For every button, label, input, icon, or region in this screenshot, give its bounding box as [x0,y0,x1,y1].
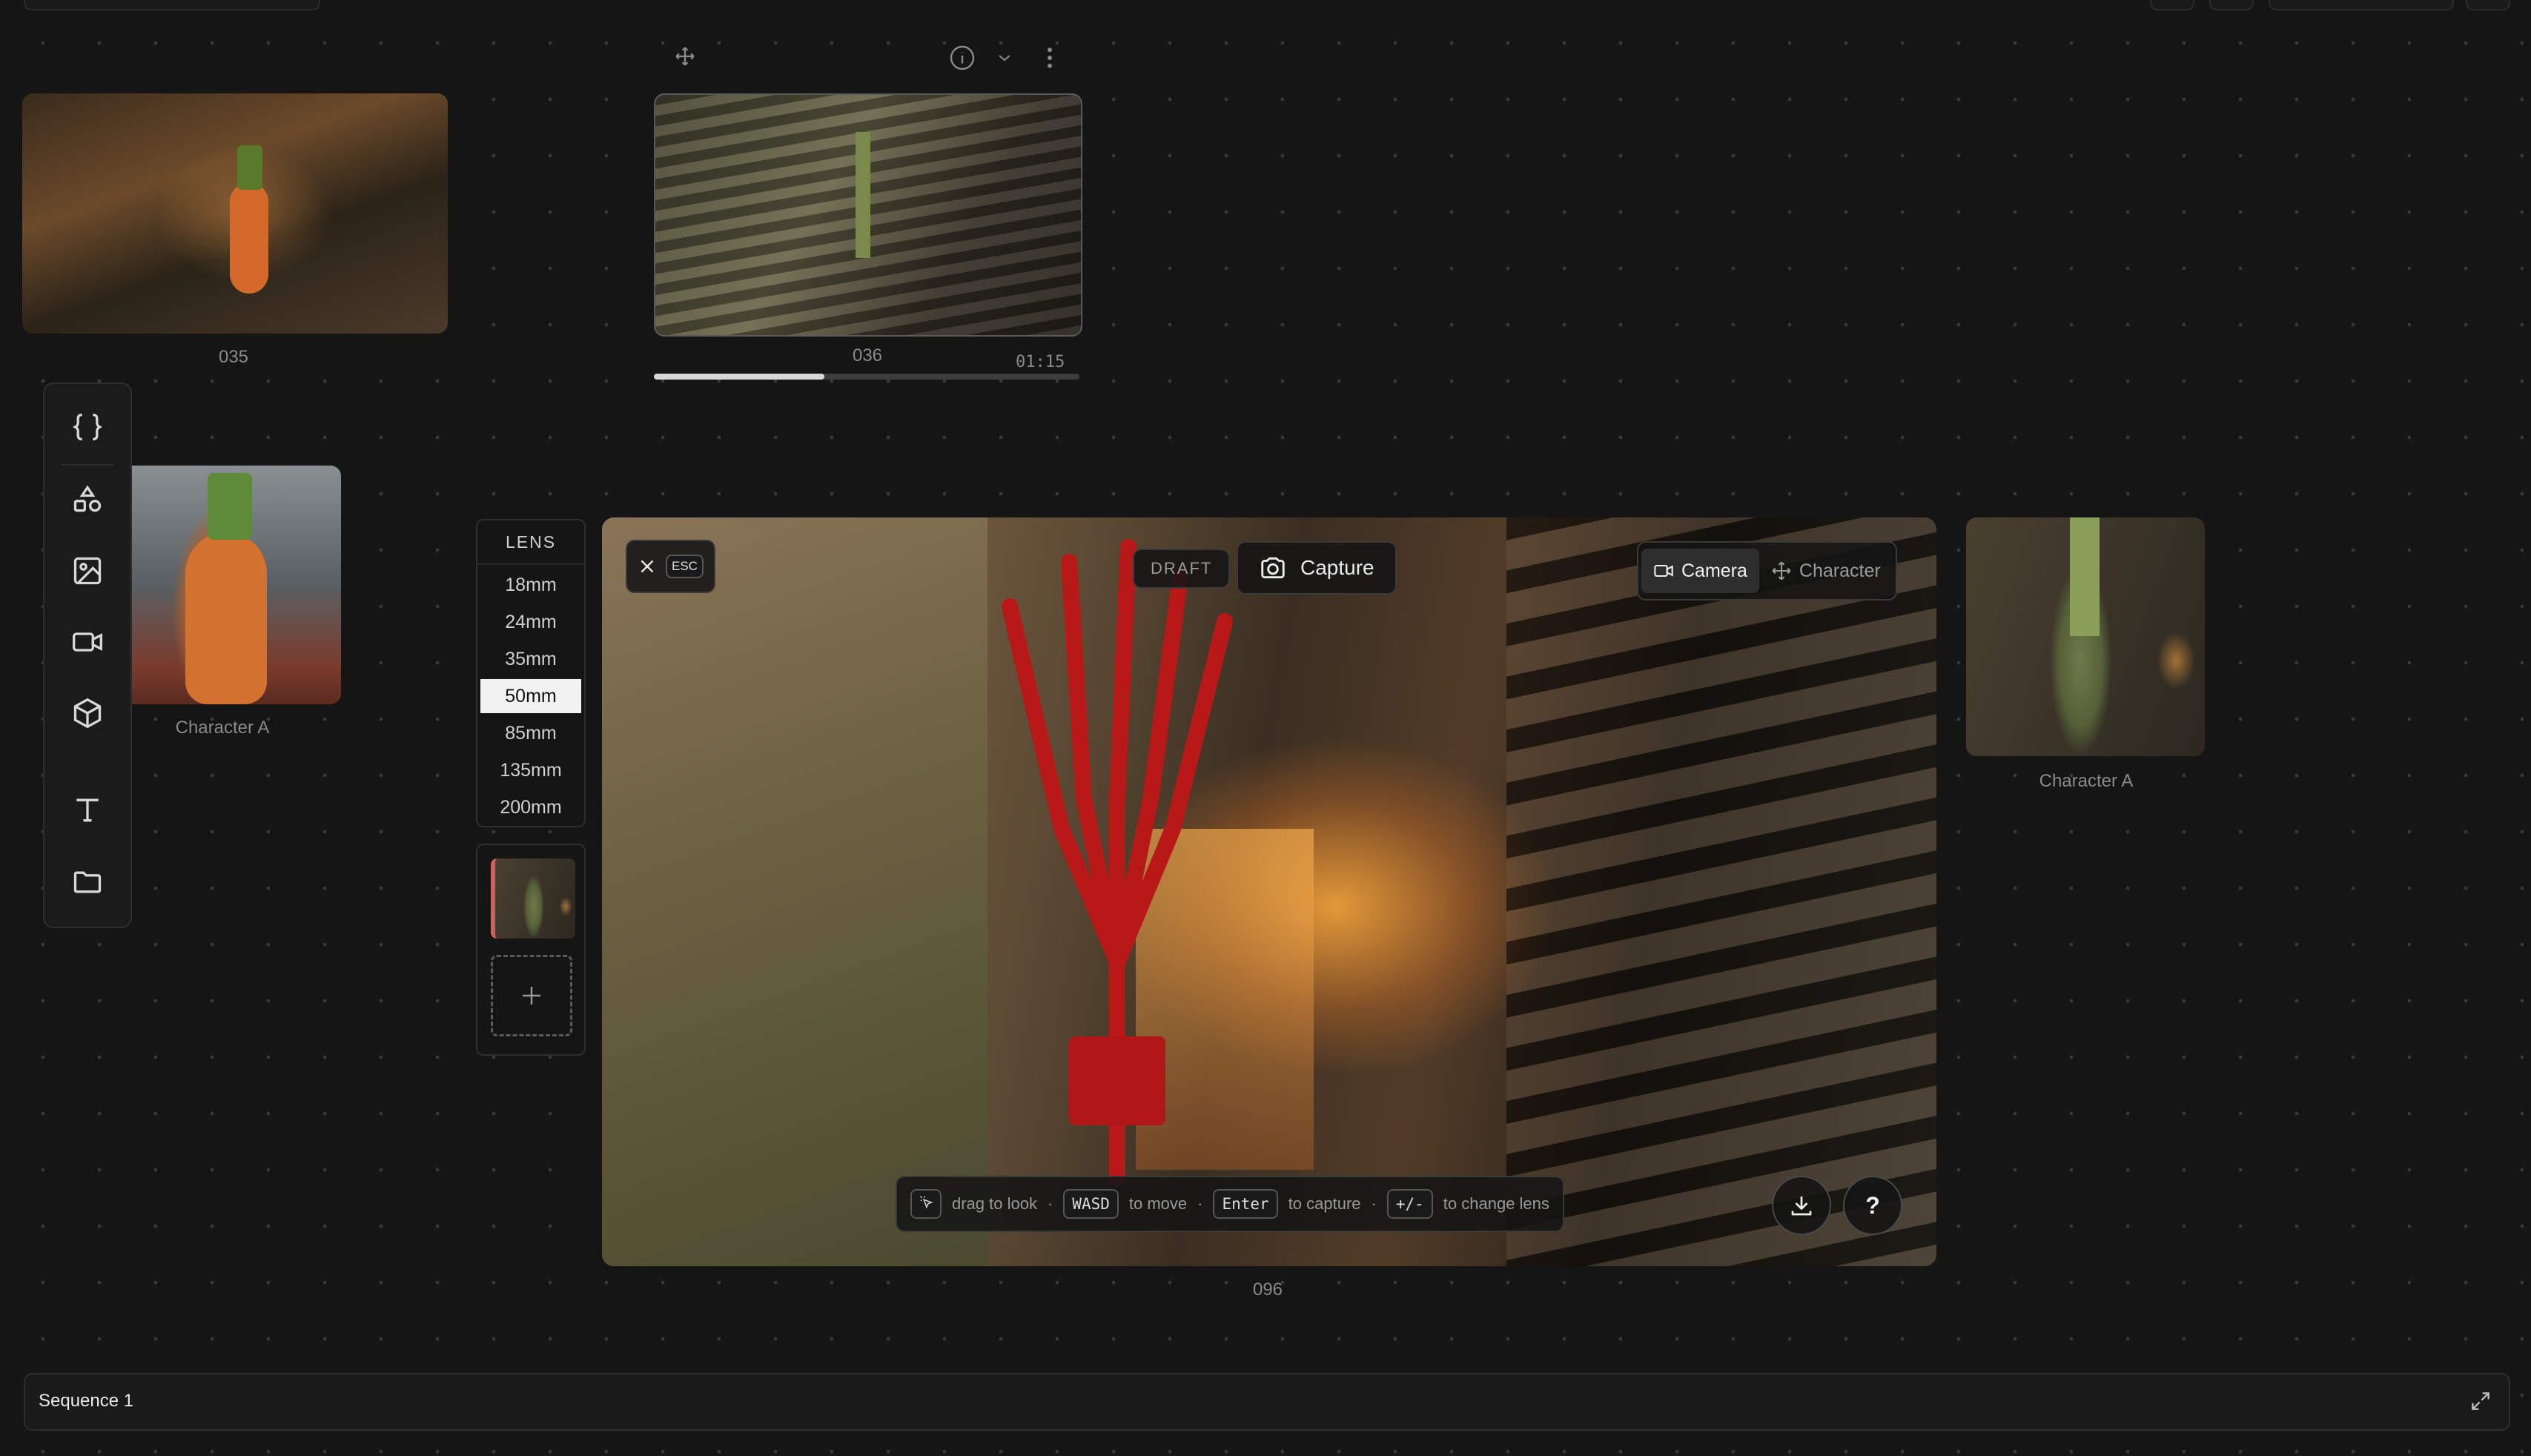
help-button[interactable]: ? [1843,1176,1902,1235]
info-icon[interactable] [949,44,976,75]
close-button[interactable]: ESC [626,540,715,593]
left-toolbar [43,383,132,928]
lens-divider [477,563,584,565]
lens-hint: to change lens [1443,1194,1549,1213]
video-icon[interactable] [61,615,114,669]
lens-panel: LENS 18mm 24mm 35mm 50mm 85mm 135mm 200m… [476,519,586,827]
drag-icon [910,1189,942,1219]
drag-hint: drag to look [952,1194,1037,1213]
thumb-character-left-image[interactable] [119,466,341,704]
thumb-character-right-label: Character A [2039,771,2134,791]
carrot-character [185,532,267,704]
character-mode-label: Character [1799,560,1881,581]
carrot-leaves [208,473,252,540]
lens-option-35mm[interactable]: 35mm [480,642,581,676]
sequence-bar[interactable]: Sequence 1 [24,1373,2510,1431]
download-button[interactable] [1772,1176,1831,1235]
lens-key: +/- [1386,1189,1433,1219]
code-icon[interactable] [61,400,114,454]
draft-badge: DRAFT [1133,549,1231,589]
lens-option-50mm[interactable]: 50mm [480,679,581,713]
wasd-key: WASD [1063,1189,1119,1219]
thumb-035-label: 035 [218,347,249,367]
thumb-036-label: 036 [852,345,883,365]
capture-hint: to capture [1288,1194,1361,1213]
staircase [1506,517,1936,1266]
plus-icon [523,987,540,1005]
toolbar-divider [61,464,114,466]
leek-leaves [2070,517,2100,636]
thumb-035-image[interactable] [22,93,448,334]
folder-icon[interactable] [61,856,114,909]
capture-button[interactable]: Capture [1237,541,1397,595]
character-mode-button[interactable]: Character [1759,549,1893,593]
top-button-2[interactable] [2209,0,2254,10]
thumb-character-left-label: Character A [175,718,270,738]
top-bar-left[interactable] [24,0,320,10]
expand-icon[interactable] [2469,1389,2492,1417]
character-mannequin [1002,539,1233,1185]
thumb-036-image[interactable] [654,93,1082,337]
lens-option-24mm[interactable]: 24mm [480,605,581,639]
move-icon[interactable] [675,46,695,70]
leek-figure [856,132,870,258]
top-button-3[interactable] [2269,0,2454,10]
chevron-down-icon[interactable] [993,49,1016,70]
camera-icon [1261,557,1285,579]
more-options-icon[interactable] [1042,46,1057,73]
carrot-figure [230,182,268,294]
playback-progress-fill [654,374,824,380]
lens-title: LENS [505,532,557,552]
enter-key: Enter [1213,1189,1278,1219]
top-button-1[interactable] [2150,0,2194,10]
shot-list-panel [476,844,586,1056]
lens-option-135mm[interactable]: 135mm [480,753,581,787]
move-hint: to move [1128,1194,1188,1213]
hint-separator: · [1047,1194,1053,1213]
close-icon [641,560,654,573]
text-icon[interactable] [61,783,114,836]
camera-mode-button[interactable]: Camera [1641,549,1759,593]
move-icon [1772,561,1791,580]
top-button-4[interactable] [2466,0,2510,10]
shot-thumbnail[interactable] [491,858,575,939]
playback-progress-track[interactable] [654,374,1079,380]
hint-separator: · [1371,1194,1377,1213]
camera-viewport[interactable]: ESC DRAFT Capture Camera Character drag … [602,517,1936,1266]
sequence-title: Sequence 1 [39,1391,134,1411]
lens-option-18mm[interactable]: 18mm [480,568,581,602]
thumb-character-right-image[interactable] [1966,517,2205,756]
video-camera-icon [1654,564,1673,578]
mode-toggle: Camera Character [1637,541,1897,600]
controls-hint-bar: drag to look · WASD to move · Enter to c… [896,1176,1564,1232]
hint-separator: · [1197,1194,1203,1213]
add-shot-button[interactable] [491,955,572,1036]
left-wall [602,517,987,1266]
cube-icon[interactable] [61,686,114,740]
shapes-icon[interactable] [61,473,114,526]
thumb-036-duration: 01:15 [1016,353,1065,371]
camera-mode-label: Camera [1681,560,1747,581]
image-icon[interactable] [61,544,114,598]
viewport-label: 096 [1252,1280,1283,1300]
carrot-leaves [237,145,262,190]
download-icon [1791,1197,1812,1216]
capture-label: Capture [1300,556,1374,579]
lens-option-200mm[interactable]: 200mm [480,790,581,824]
esc-key: ESC [666,555,704,578]
lens-option-85mm[interactable]: 85mm [480,716,581,750]
